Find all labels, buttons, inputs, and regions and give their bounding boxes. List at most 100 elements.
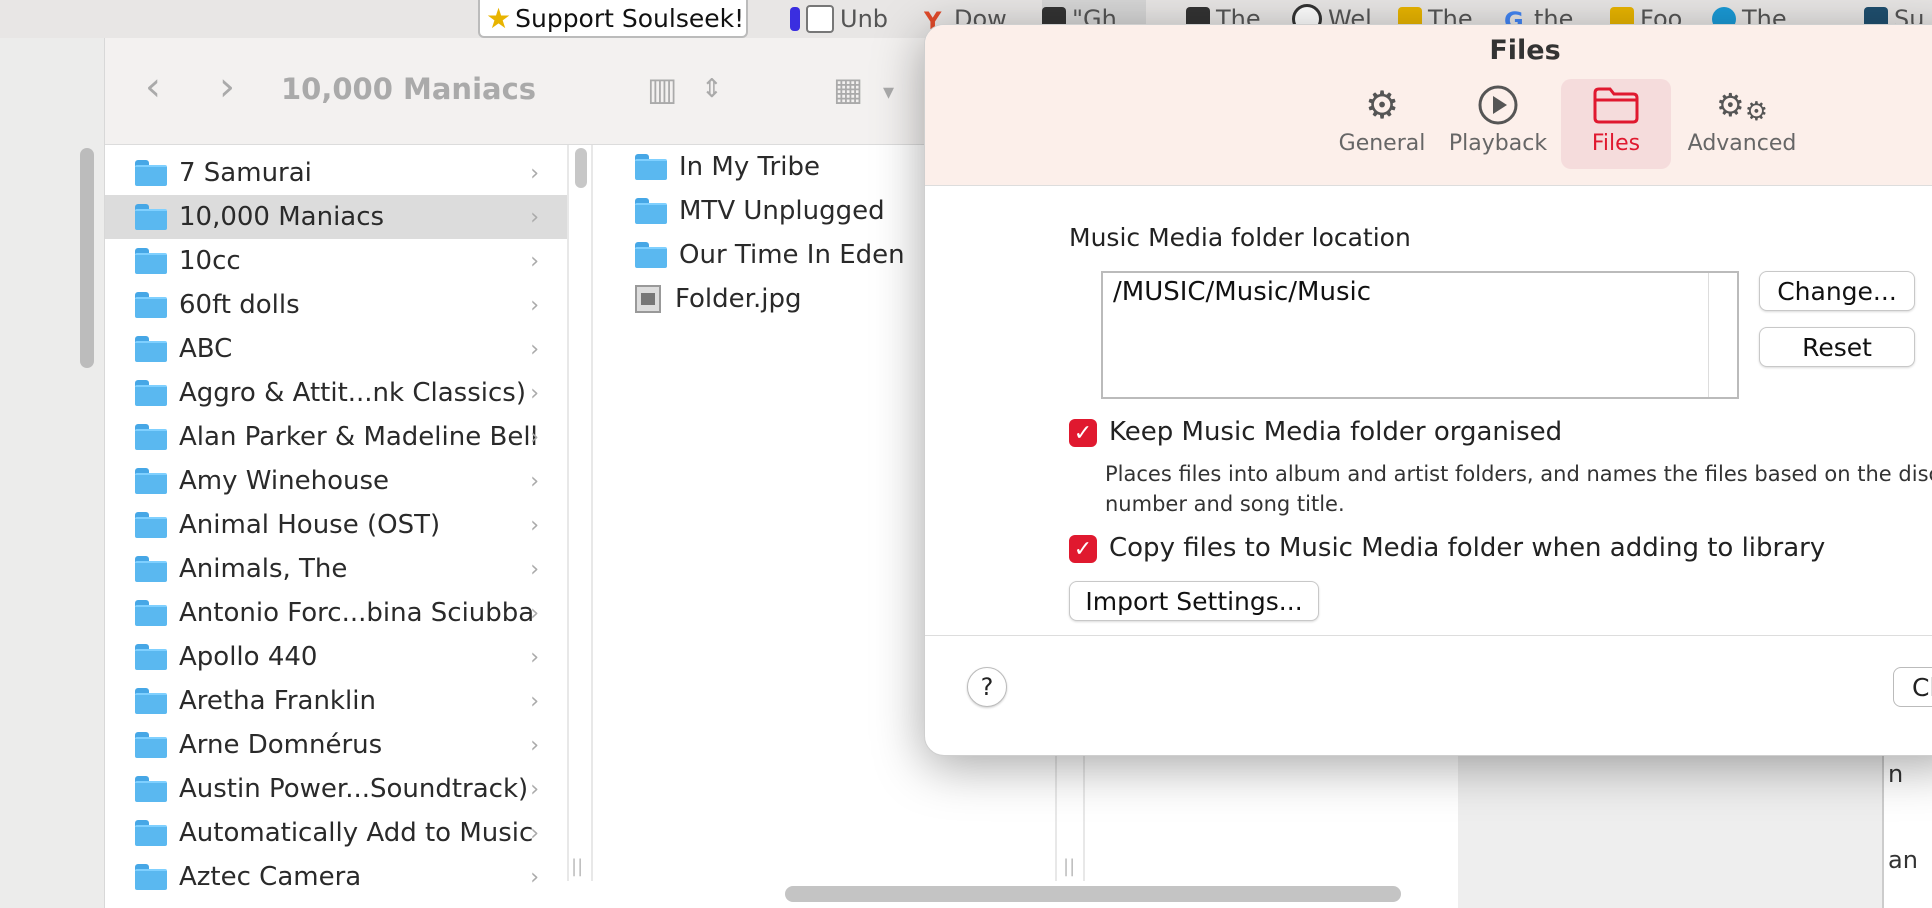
folder-icon	[135, 864, 167, 890]
keep-organised-description: Places files into album and artist folde…	[1105, 462, 1932, 516]
folder-icon	[1561, 79, 1671, 131]
chevron-right-icon: ›	[530, 336, 539, 362]
left-scrollbar[interactable]	[80, 148, 94, 368]
chevron-right-icon: ›	[530, 380, 539, 406]
folder-icon	[135, 160, 167, 186]
chevron-updown-icon[interactable]: ⇕	[701, 74, 723, 104]
finder-title: 10,000 Maniacs	[281, 72, 537, 106]
list-item[interactable]: 60ft dolls ›	[105, 283, 567, 327]
chevron-right-icon: ›	[530, 424, 539, 450]
item-label: Our Time In Eden	[679, 240, 905, 270]
tab-support-soulseek[interactable]: ★ Support Soulseek!	[478, 0, 748, 38]
tab-label: Support Soulseek!	[515, 3, 745, 33]
import-settings-button[interactable]: Import Settings...	[1069, 581, 1319, 621]
gears-icon: ⚙ ⚙	[1716, 86, 1768, 127]
item-label: Austin Power...Soundtrack)	[179, 774, 529, 804]
list-item[interactable]: Arne Domnérus ›	[105, 723, 567, 767]
list-item[interactable]: 10,000 Maniacs ›	[105, 195, 567, 239]
list-item[interactable]: Alan Parker & Madeline Bell ›	[105, 415, 567, 459]
tab-advanced[interactable]: ⚙ ⚙ Advanced	[1677, 79, 1807, 169]
chevron-right-icon: ›	[530, 600, 539, 626]
tab-label: Advanced	[1687, 131, 1797, 156]
group-icon[interactable]: ▦	[833, 70, 863, 108]
path-scrollbar-track	[1708, 273, 1709, 397]
dialog-header: Files ⚙ General Playback Files ⚙ ⚙ Advanc…	[925, 25, 1932, 186]
play-icon	[1443, 79, 1553, 131]
list-item[interactable]: Folder.jpg	[595, 277, 801, 321]
tab-general[interactable]: ⚙ General	[1327, 79, 1437, 169]
column-resize-handle[interactable]: ||	[1063, 856, 1075, 877]
folder-icon	[135, 292, 167, 318]
folder-icon	[635, 154, 667, 180]
folder-icon	[135, 424, 167, 450]
change-button[interactable]: Change...	[1759, 271, 1915, 311]
dialog-title: Files	[1489, 35, 1561, 66]
tab-favicon-icon	[790, 7, 800, 31]
column-divider	[591, 145, 593, 881]
list-item[interactable]: 10cc ›	[105, 239, 567, 283]
item-label: In My Tribe	[679, 152, 820, 182]
field-label: Music Media folder location	[1069, 223, 1411, 252]
tab-label: Files	[1591, 131, 1641, 156]
list-item[interactable]: 7 Samurai ›	[105, 151, 567, 195]
keep-organised-checkbox[interactable]: ✓	[1069, 419, 1097, 447]
chevron-right-icon: ›	[530, 732, 539, 758]
item-label: Antonio Forc...bina Sciubba	[179, 598, 535, 628]
list-item[interactable]: Our Time In Eden	[595, 233, 905, 277]
folder-icon	[135, 820, 167, 846]
column-resize-handle[interactable]: ||	[571, 856, 583, 877]
list-item[interactable]: MTV Unplugged	[595, 189, 885, 233]
list-item[interactable]: In My Tribe	[595, 145, 820, 189]
item-label: Automatically Add to Music	[179, 818, 534, 848]
column-view-icon[interactable]: ▥	[647, 70, 677, 108]
chevron-right-icon: ›	[530, 292, 539, 318]
chevron-down-icon[interactable]: ▾	[883, 80, 894, 105]
tab-label: Playback	[1448, 131, 1548, 156]
chevron-right-icon: ›	[530, 204, 539, 230]
list-item[interactable]: Amy Winehouse ›	[105, 459, 567, 503]
list-item[interactable]: Aretha Franklin ›	[105, 679, 567, 723]
list-item[interactable]: Aztec Camera ›	[105, 855, 567, 899]
copy-files-checkbox[interactable]: ✓	[1069, 535, 1097, 563]
column-scrollbar[interactable]	[575, 148, 587, 188]
tab-playback[interactable]: Playback	[1443, 79, 1553, 169]
list-item[interactable]: Austin Power...Soundtrack) ›	[105, 767, 567, 811]
column-divider	[567, 145, 569, 881]
browser-tab[interactable]: Unb	[790, 0, 912, 38]
list-item[interactable]: Animal House (OST) ›	[105, 503, 567, 547]
keep-organised-label: Keep Music Media folder organised	[1109, 417, 1563, 447]
folder-icon	[135, 380, 167, 406]
list-item[interactable]: Aggro & Attit...nk Classics) ›	[105, 371, 567, 415]
reset-button[interactable]: Reset	[1759, 327, 1915, 367]
forward-icon[interactable]: ›	[219, 64, 235, 110]
horizontal-scrollbar[interactable]	[785, 886, 1401, 902]
item-label: MTV Unplugged	[679, 196, 885, 226]
item-label: Arne Domnérus	[179, 730, 383, 760]
gear-icon: ⚙	[1364, 83, 1400, 127]
tab-label: Unb	[840, 5, 889, 33]
chevron-right-icon: ›	[530, 776, 539, 802]
media-folder-path-field[interactable]: /MUSIC/Music/Music	[1101, 271, 1739, 399]
tab-files[interactable]: Files	[1561, 79, 1671, 169]
folder-icon	[135, 512, 167, 538]
back-icon[interactable]: ‹	[145, 64, 161, 110]
list-item[interactable]: Apollo 440 ›	[105, 635, 567, 679]
item-label: 60ft dolls	[179, 290, 300, 320]
list-item[interactable]: Animals, The ›	[105, 547, 567, 591]
list-item[interactable]: Antonio Forc...bina Sciubba ›	[105, 591, 567, 635]
chevron-right-icon: ›	[530, 688, 539, 714]
item-label: 10,000 Maniacs	[179, 202, 385, 232]
folder-icon	[635, 198, 667, 224]
folder-icon	[135, 204, 167, 230]
list-item[interactable]: Automatically Add to Music ›	[105, 811, 567, 855]
chevron-right-icon: ›	[530, 468, 539, 494]
close-button[interactable]: Close	[1893, 667, 1932, 707]
copy-files-label: Copy files to Music Media folder when ad…	[1109, 533, 1826, 563]
chevron-right-icon: ›	[530, 512, 539, 538]
help-button[interactable]: ?	[967, 667, 1007, 707]
list-item[interactable]: ABC ›	[105, 327, 567, 371]
folder-icon	[135, 688, 167, 714]
dialog-footer-divider	[925, 635, 1932, 636]
item-label: Alan Parker & Madeline Bell	[179, 422, 538, 452]
path-value: /MUSIC/Music/Music	[1113, 277, 1372, 307]
